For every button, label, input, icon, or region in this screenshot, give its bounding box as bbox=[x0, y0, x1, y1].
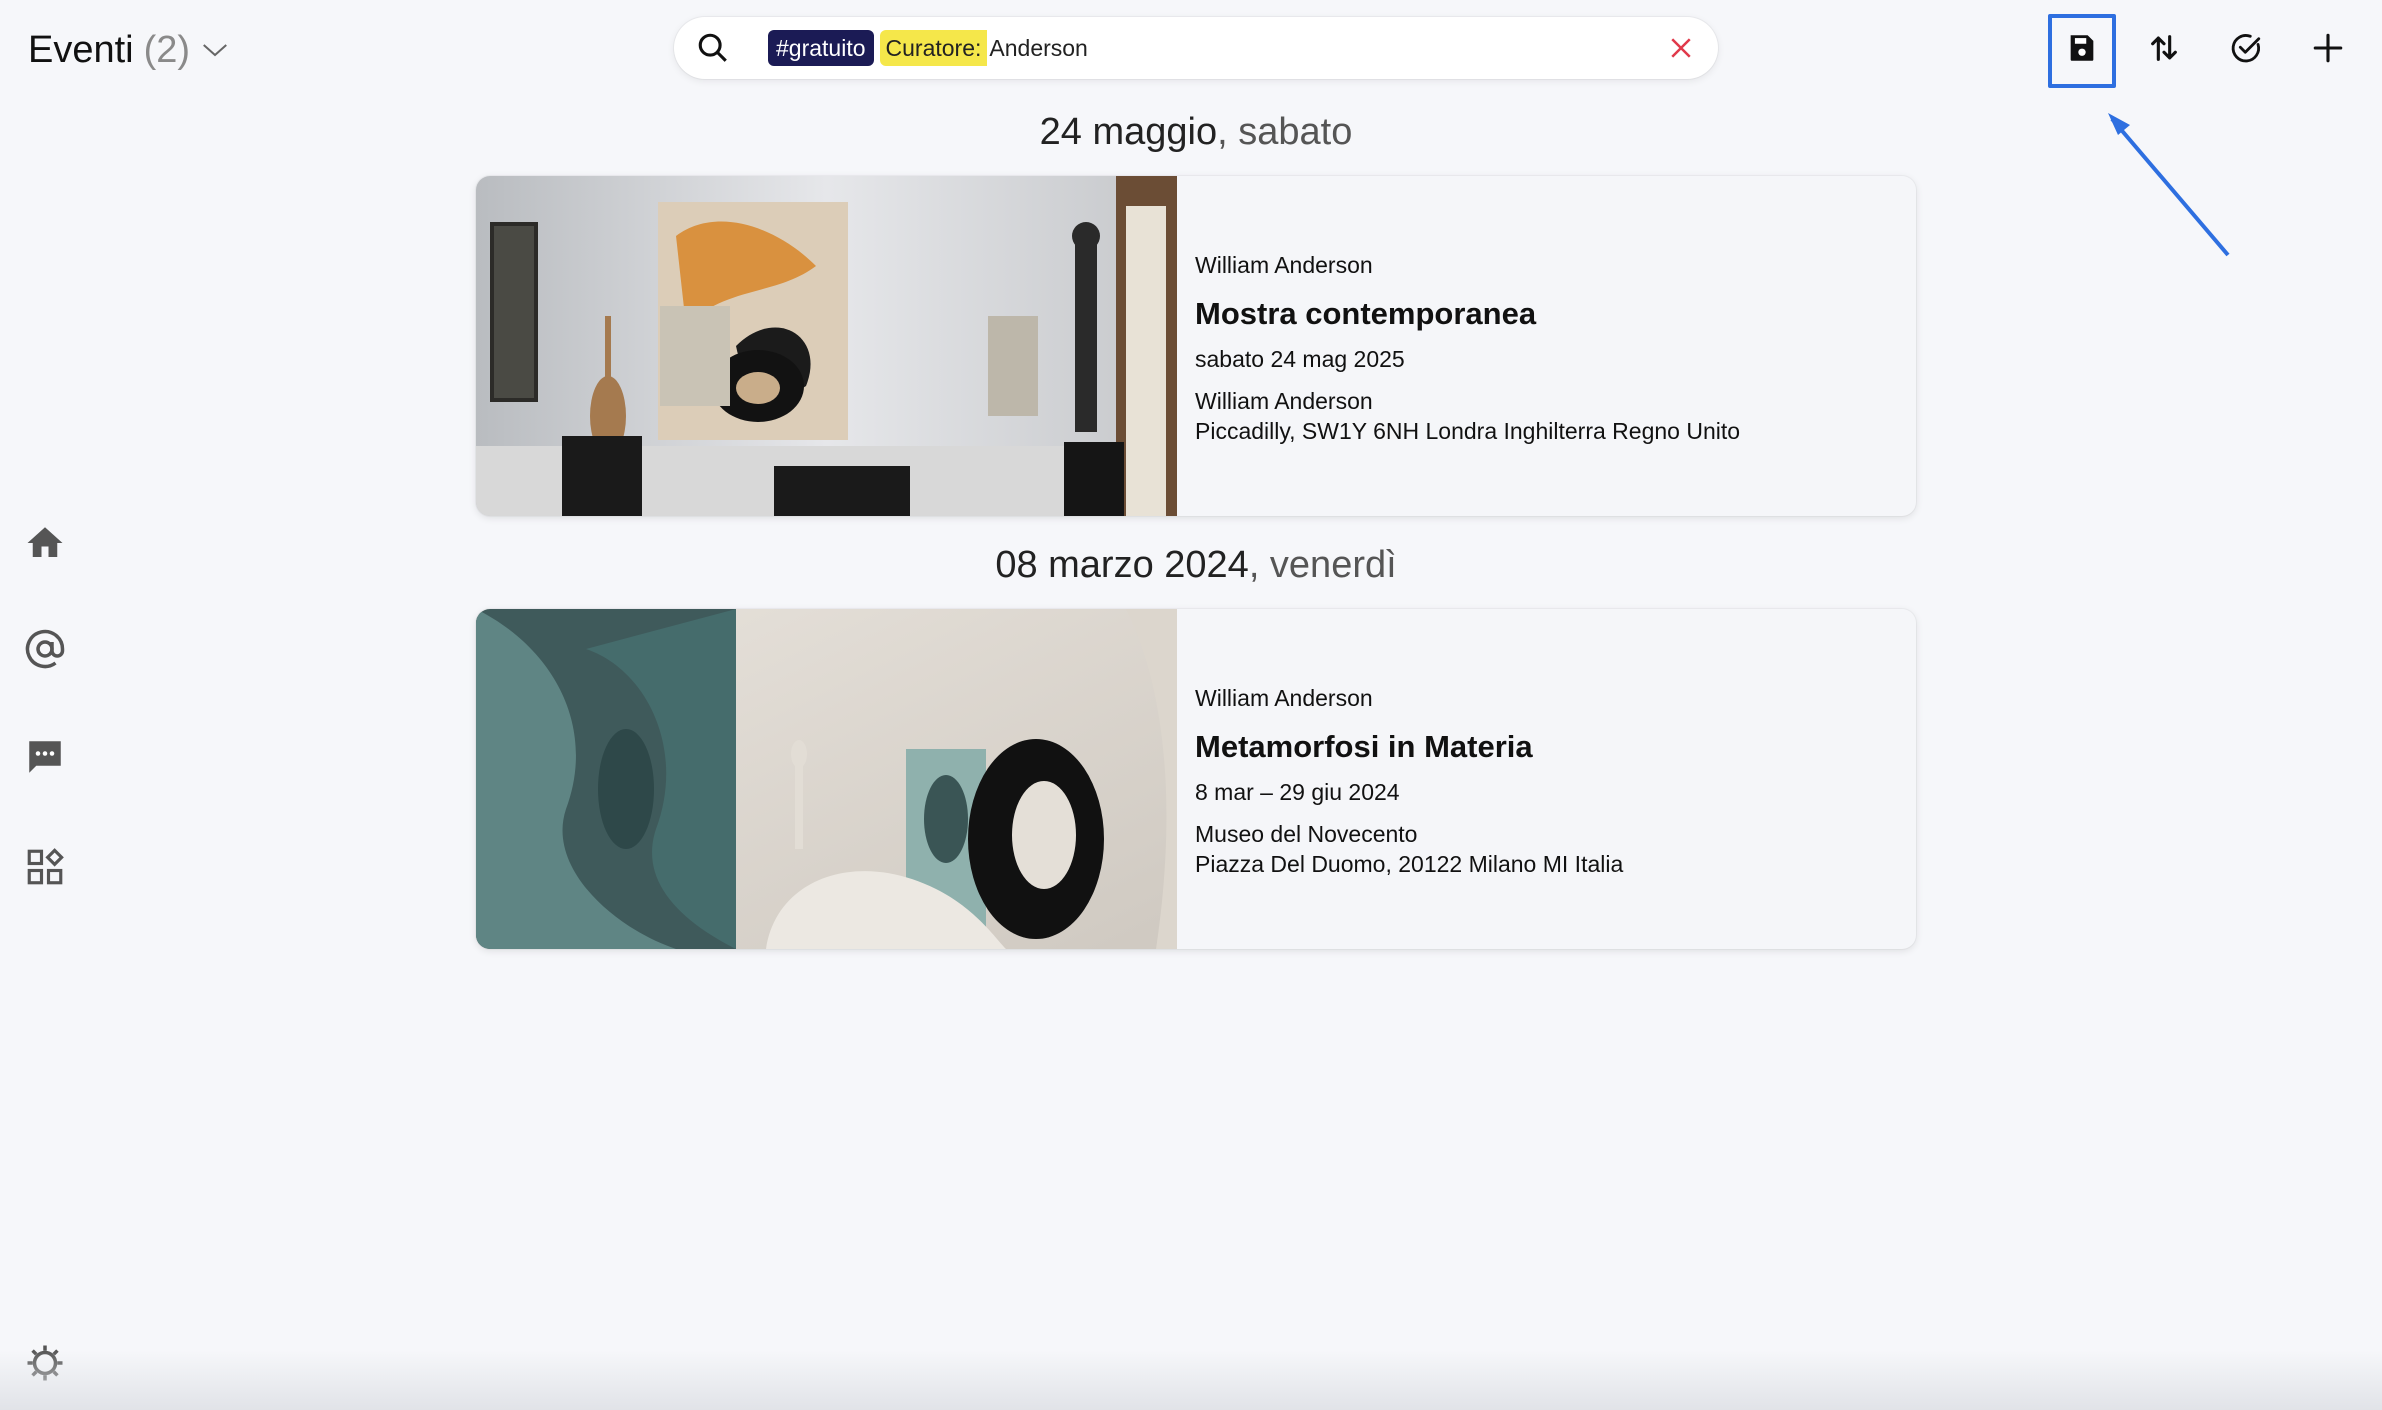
apps-icon bbox=[27, 848, 64, 885]
event-organizer: William Anderson bbox=[1195, 252, 1373, 278]
plus-icon bbox=[2313, 33, 2343, 63]
bottom-fade bbox=[0, 1350, 2382, 1410]
check-circle-icon bbox=[2231, 34, 2261, 63]
date-label: 08 marzo 2024 bbox=[995, 544, 1249, 586]
search-icon[interactable] bbox=[696, 31, 730, 65]
event-venue: William Anderson bbox=[1195, 388, 1373, 414]
weekday-label: , venerdì bbox=[1248, 544, 1397, 586]
event-address: Piazza Del Duomo, 20122 Milano MI Italia bbox=[1195, 851, 1624, 877]
page: Eventi (2) #gratuito Curatore: Anderson bbox=[0, 0, 2382, 1410]
event-card[interactable]: William Anderson Metamorfosi in Materia … bbox=[476, 609, 1916, 949]
event-address: Piccadilly, SW1Y 6NH Londra Inghilterra … bbox=[1195, 418, 1741, 444]
date-label: 24 maggio bbox=[1039, 111, 1218, 153]
save-icon bbox=[2070, 35, 2094, 61]
weekday-label: , sabato bbox=[1217, 111, 1353, 153]
event-image bbox=[476, 176, 1177, 516]
sidebar-item-home[interactable] bbox=[24, 522, 66, 564]
date-section-heading: 24 maggio, sabato bbox=[476, 107, 1916, 157]
annotation-arrow bbox=[2108, 113, 2230, 257]
home-icon bbox=[27, 527, 63, 557]
at-icon bbox=[25, 629, 65, 669]
clear-search-icon[interactable] bbox=[1666, 33, 1696, 63]
page-title-label: Eventi bbox=[28, 29, 134, 71]
event-date: 8 mar – 29 giu 2024 bbox=[1195, 779, 1400, 805]
add-button[interactable] bbox=[2304, 24, 2352, 72]
sort-icon bbox=[2151, 35, 2177, 61]
event-details: William Anderson Metamorfosi in Materia … bbox=[1177, 609, 1623, 949]
event-title[interactable]: Mostra contemporanea bbox=[1195, 294, 1740, 334]
event-venue: Museo del Novecento bbox=[1195, 821, 1418, 847]
chat-icon bbox=[29, 741, 61, 773]
event-details: William Anderson Mostra contemporanea sa… bbox=[1177, 176, 1740, 516]
sort-button[interactable] bbox=[2140, 24, 2188, 72]
select-button[interactable] bbox=[2222, 24, 2270, 72]
curator-filter-key[interactable]: Curatore: bbox=[879, 30, 988, 66]
chevron-down-icon[interactable] bbox=[200, 35, 230, 65]
sidebar-item-chat[interactable] bbox=[24, 736, 66, 778]
event-image bbox=[476, 609, 1177, 949]
event-card[interactable]: William Anderson Mostra contemporanea sa… bbox=[476, 176, 1916, 516]
sidebar-item-mentions[interactable] bbox=[24, 628, 66, 670]
event-organizer: William Anderson bbox=[1195, 685, 1373, 711]
hashtag-filter-chip[interactable]: #gratuito bbox=[768, 30, 874, 66]
event-count: (2) bbox=[143, 29, 191, 71]
sidebar-item-apps[interactable] bbox=[24, 846, 66, 888]
page-title[interactable]: Eventi (2) bbox=[28, 26, 230, 74]
event-title[interactable]: Metamorfosi in Materia bbox=[1195, 727, 1623, 767]
save-button[interactable] bbox=[2058, 24, 2106, 72]
date-section-heading: 08 marzo 2024, venerdì bbox=[476, 540, 1916, 590]
search-bar[interactable]: #gratuito Curatore: Anderson bbox=[674, 17, 1718, 79]
curator-filter-value[interactable]: Anderson bbox=[987, 34, 1087, 62]
event-date: sabato 24 mag 2025 bbox=[1195, 346, 1405, 372]
